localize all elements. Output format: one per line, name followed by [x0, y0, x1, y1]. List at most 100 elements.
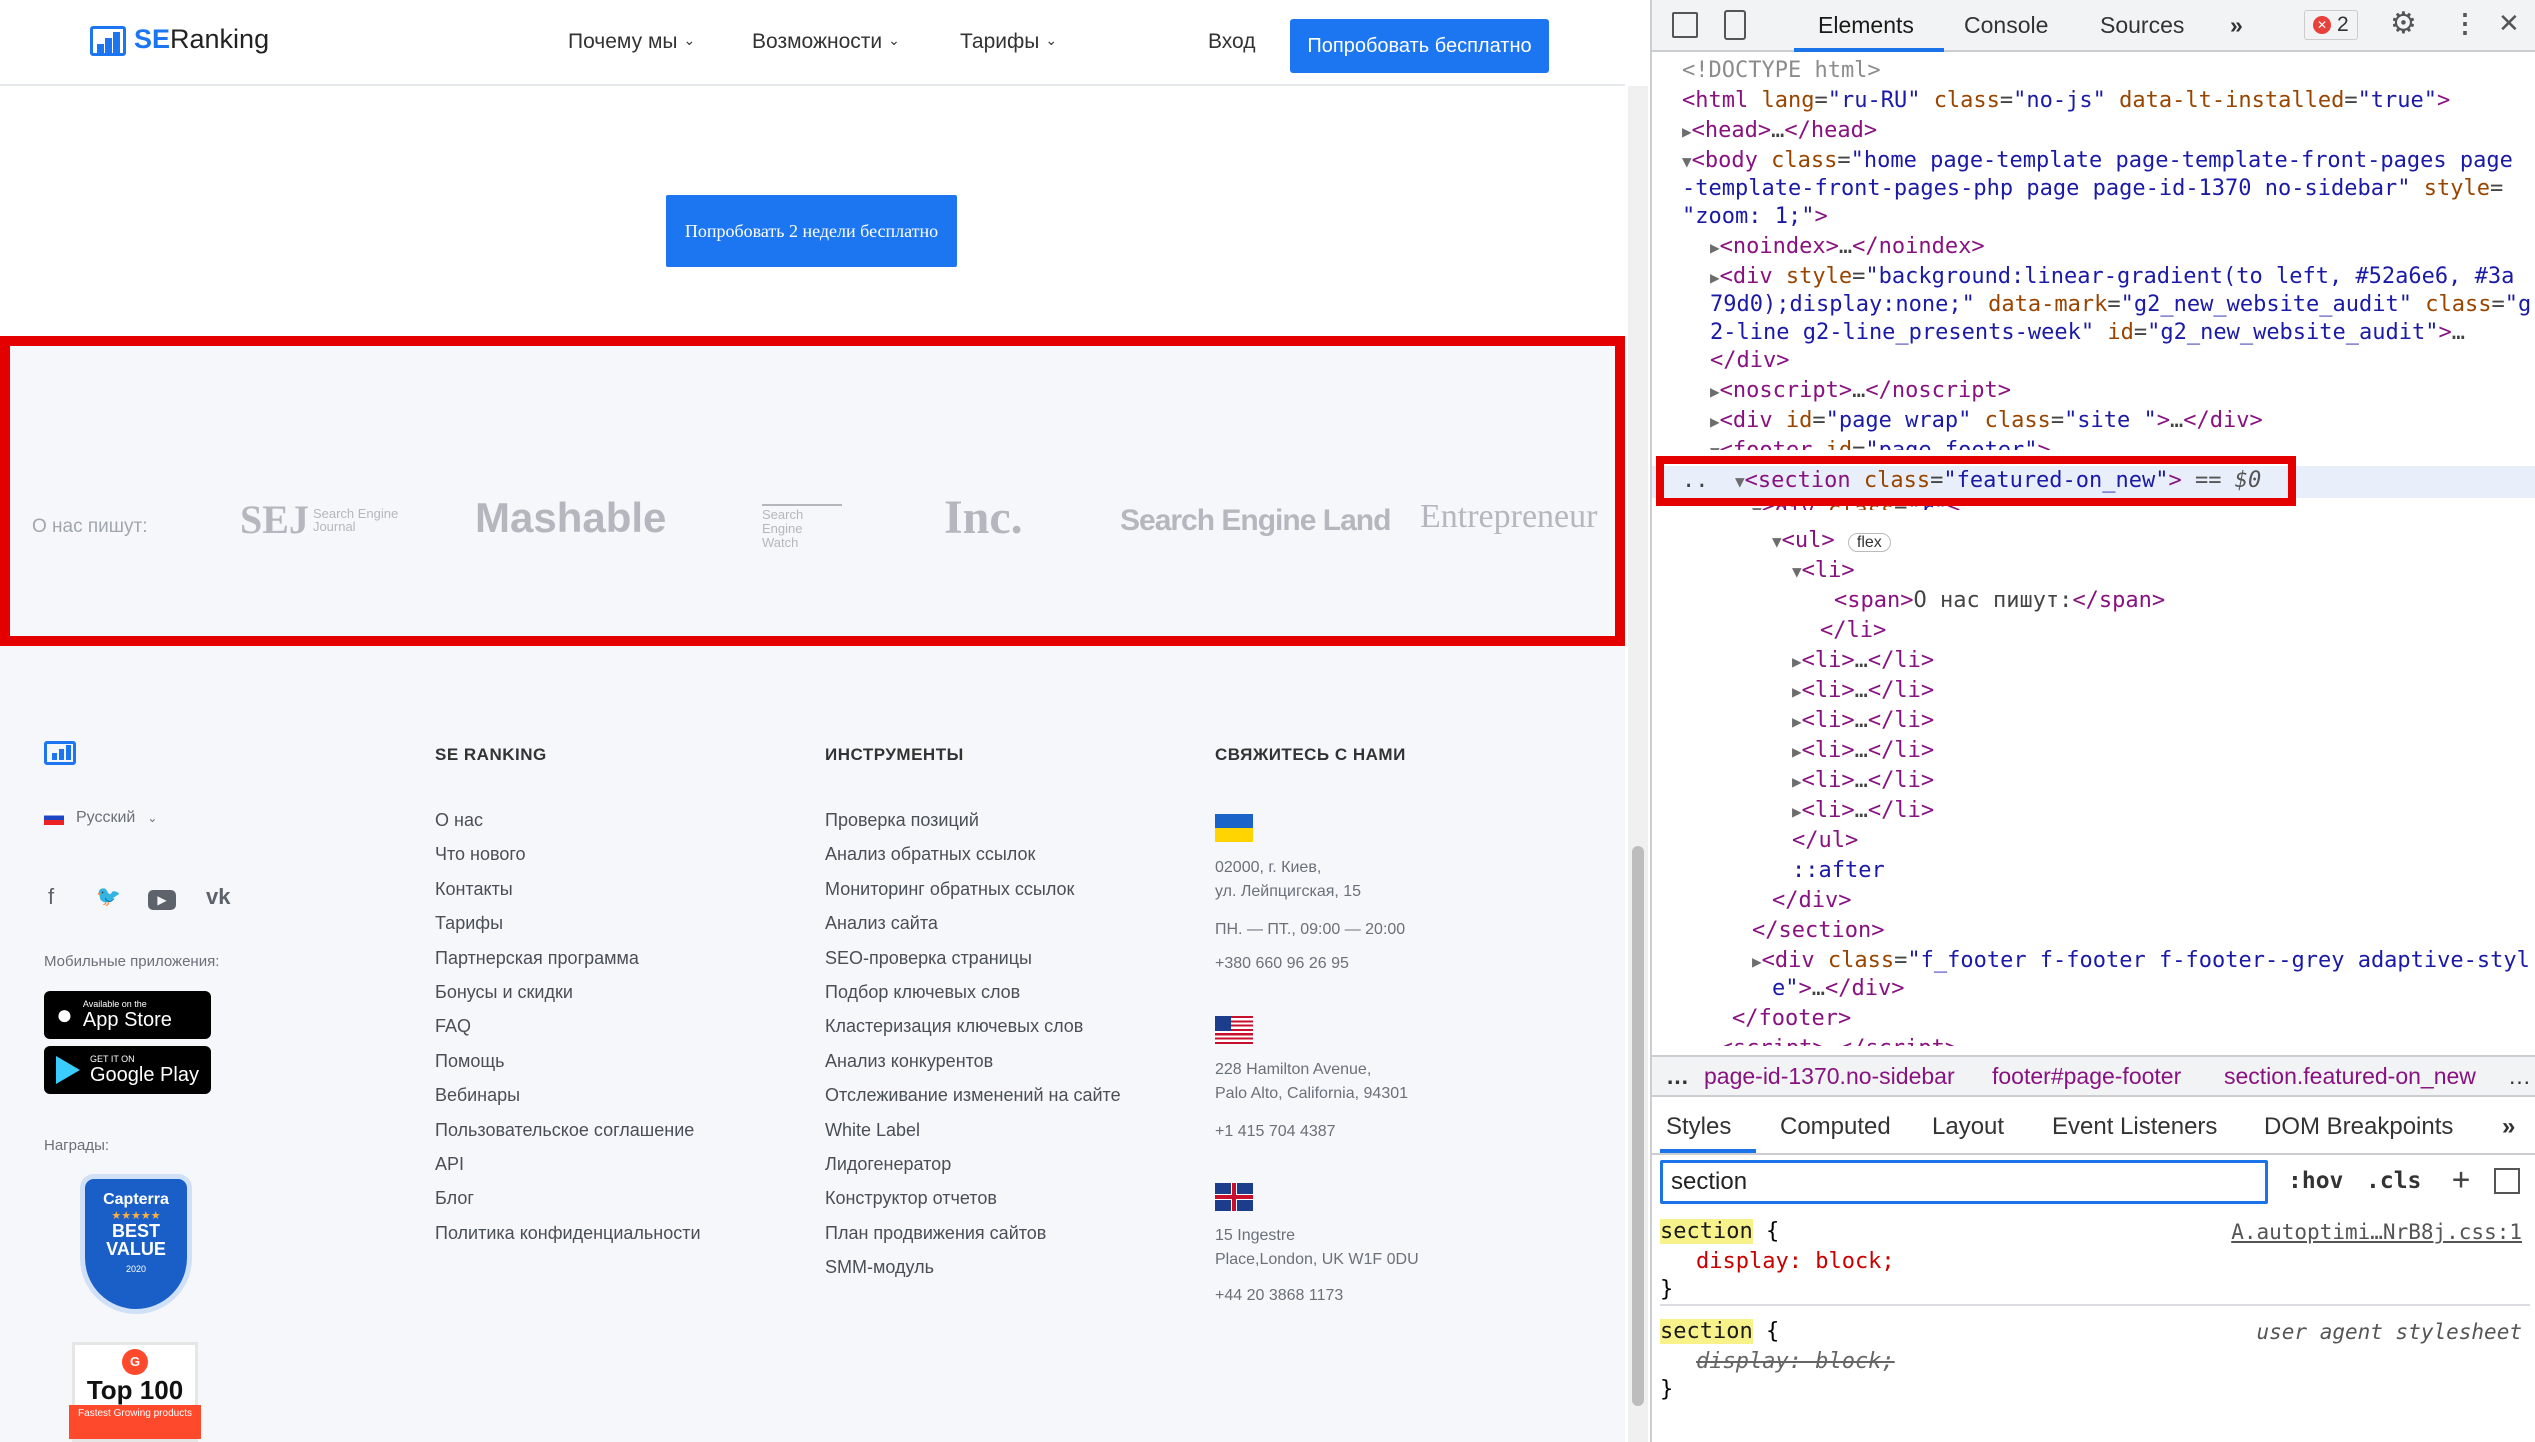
ua-phone[interactable]: +380 660 96 26 95: [1215, 952, 1349, 976]
footer-link[interactable]: Помощь: [435, 1051, 505, 1072]
google-play-button[interactable]: GET IT ON Google Play: [44, 1046, 211, 1094]
uk-address-line2: Place,London, UK W1F 0DU: [1215, 1251, 1419, 1268]
footer-link[interactable]: Кластеризация ключевых слов: [825, 1016, 1083, 1037]
footer-link[interactable]: White Label: [825, 1120, 920, 1141]
nav-pricing[interactable]: Тарифы ⌄: [960, 30, 1057, 54]
nav-why-us[interactable]: Почему мы ⌄: [568, 30, 695, 54]
footer-link[interactable]: Анализ обратных ссылок: [825, 844, 1035, 865]
us-phone[interactable]: +1 415 704 4387: [1215, 1120, 1336, 1144]
footer-link[interactable]: Пользовательское соглашение: [435, 1120, 694, 1141]
subtab-styles[interactable]: Styles: [1666, 1113, 1731, 1141]
footer-link[interactable]: О нас: [435, 810, 483, 831]
chevron-down-icon: ⌄: [888, 31, 900, 48]
footer-link[interactable]: Что нового: [435, 844, 526, 865]
footer-link[interactable]: Бонусы и скидки: [435, 982, 573, 1003]
more-options-icon[interactable]: ⋮: [2452, 8, 2478, 39]
footer-link[interactable]: Проверка позиций: [825, 810, 979, 831]
google-play-icon: [56, 1056, 80, 1084]
error-counter[interactable]: ✕ 2: [2304, 10, 2358, 40]
footer-link[interactable]: Блог: [435, 1188, 474, 1209]
uk-flag-icon: [1215, 1183, 1253, 1211]
language-selector[interactable]: Русский ⌄: [44, 809, 157, 827]
search-engine-watch-logo[interactable]: Search Engine Watch: [762, 504, 842, 550]
footer-link[interactable]: Лидогенератор: [825, 1154, 951, 1175]
footer-link[interactable]: Отслеживание изменений на сайте: [825, 1085, 1121, 1106]
tab-sources[interactable]: Sources: [2100, 12, 2184, 39]
awards-label: Награды:: [44, 1137, 110, 1154]
breadcrumb-footer[interactable]: footer#page-footer: [1992, 1063, 2181, 1090]
try-two-weeks-button[interactable]: Попробовать 2 недели бесплатно: [666, 195, 957, 267]
footer-link[interactable]: Мониторинг обратных ссылок: [825, 879, 1074, 900]
apple-icon: ●: [56, 999, 73, 1030]
active-subtab-indicator: [1660, 1149, 1756, 1153]
site-header: SERanking Почему мы ⌄ Возможности ⌄ Тарифы…: [0, 0, 1625, 86]
inc-logo[interactable]: Inc.: [944, 490, 1023, 545]
twitter-icon[interactable]: 🐦: [96, 884, 121, 909]
footer-link[interactable]: Анализ сайта: [825, 913, 938, 934]
footer-link[interactable]: Вебинары: [435, 1085, 520, 1106]
footer-link[interactable]: API: [435, 1154, 464, 1175]
nav-features[interactable]: Возможности ⌄: [752, 30, 900, 54]
facebook-icon[interactable]: f: [48, 884, 54, 910]
try-free-button[interactable]: Попробовать бесплатно: [1290, 19, 1549, 73]
se-ranking-heading: SE RANKING: [435, 745, 547, 764]
mobile-apps-label: Мобильные приложения:: [44, 953, 220, 970]
subtab-computed[interactable]: Computed: [1780, 1113, 1891, 1141]
app-store-button[interactable]: ● Available on the App Store: [44, 991, 211, 1039]
close-devtools-icon[interactable]: ✕: [2498, 8, 2520, 39]
footer-link[interactable]: Партнерская программа: [435, 948, 639, 969]
entrepreneur-logo[interactable]: Entrepreneur: [1420, 498, 1597, 536]
uk-phone[interactable]: +44 20 3868 1173: [1215, 1284, 1343, 1308]
logo[interactable]: SERanking: [90, 22, 269, 56]
settings-gear-icon[interactable]: ⚙: [2390, 6, 2417, 41]
footer-link[interactable]: Подбор ключевых слов: [825, 982, 1020, 1003]
inspect-element-icon[interactable]: [1672, 12, 1698, 38]
scrollbar-thumb[interactable]: [1632, 846, 1644, 1406]
footer-link[interactable]: Конструктор отчетов: [825, 1188, 997, 1209]
more-tabs-icon[interactable]: »: [2230, 12, 2243, 39]
footer-link[interactable]: SMM-модуль: [825, 1257, 934, 1278]
mashable-logo[interactable]: Mashable: [475, 494, 666, 542]
breadcrumb-section[interactable]: section.featured-on_new: [2224, 1063, 2476, 1090]
login-link[interactable]: Вход: [1208, 30, 1256, 54]
hover-state-toggle[interactable]: :hov: [2288, 1168, 2343, 1194]
toggle-sidebar-icon[interactable]: [2494, 1168, 2520, 1194]
breadcrumb-body[interactable]: page-id-1370.no-sidebar: [1704, 1063, 1955, 1090]
chevron-down-icon: ⌄: [683, 31, 696, 48]
search-engine-land-logo[interactable]: Search Engine Land: [1120, 504, 1391, 538]
footer-link[interactable]: Анализ конкурентов: [825, 1051, 993, 1072]
tab-elements[interactable]: Elements: [1818, 12, 1914, 39]
subtab-dom-breakpoints[interactable]: DOM Breakpoints: [2264, 1113, 2453, 1141]
footer-link[interactable]: Политика конфиденциальности: [435, 1223, 701, 1244]
footer-link[interactable]: План продвижения сайтов: [825, 1223, 1046, 1244]
ua-address-line1: 02000, г. Киев,: [1215, 859, 1322, 876]
more-subtabs-icon[interactable]: »: [2502, 1113, 2515, 1141]
featured-on-section: О нас пишут: SEJ Search Engine Journal M…: [0, 336, 1625, 646]
g2-badge[interactable]: G Top 100 Fastest Growing products: [69, 1342, 201, 1442]
new-rule-icon[interactable]: +: [2452, 1162, 2470, 1197]
stylesheet-link[interactable]: A.autoptimi…NrB8j.css:1: [2231, 1216, 2522, 1248]
vk-icon[interactable]: vk: [206, 884, 230, 910]
youtube-icon[interactable]: ▶: [148, 884, 176, 910]
footer-link[interactable]: Тарифы: [435, 913, 503, 934]
class-toggle[interactable]: .cls: [2366, 1168, 2421, 1194]
subtab-event-listeners[interactable]: Event Listeners: [2052, 1113, 2217, 1141]
chevron-down-icon: ⌄: [1045, 31, 1058, 48]
page-scrollbar[interactable]: [1628, 86, 1648, 1442]
subtab-layout[interactable]: Layout: [1932, 1113, 2004, 1141]
style-rule-author[interactable]: section { A.autoptimi…NrB8j.css:1 displa…: [1660, 1216, 2530, 1306]
footer-link[interactable]: Контакты: [435, 879, 513, 900]
footer-link[interactable]: FAQ: [435, 1016, 471, 1037]
device-toolbar-icon[interactable]: [1724, 10, 1746, 40]
capterra-badge[interactable]: Capterra ★★★★★ BEST VALUE 2020: [80, 1174, 192, 1314]
chevron-down-icon: ⌄: [147, 811, 158, 825]
footer-logo-icon[interactable]: [44, 741, 76, 765]
style-rule-user-agent[interactable]: section { user agent stylesheet display:…: [1660, 1316, 2530, 1406]
tab-console[interactable]: Console: [1964, 12, 2048, 39]
selected-node-annotation: [1656, 456, 2296, 506]
error-icon: ✕: [2313, 16, 2331, 34]
footer-link[interactable]: SEO-проверка страницы: [825, 948, 1032, 969]
sej-logo[interactable]: SEJ Search Engine Journal: [240, 496, 399, 543]
styles-filter-input[interactable]: section: [1660, 1160, 2268, 1204]
logo-icon: [90, 22, 126, 56]
